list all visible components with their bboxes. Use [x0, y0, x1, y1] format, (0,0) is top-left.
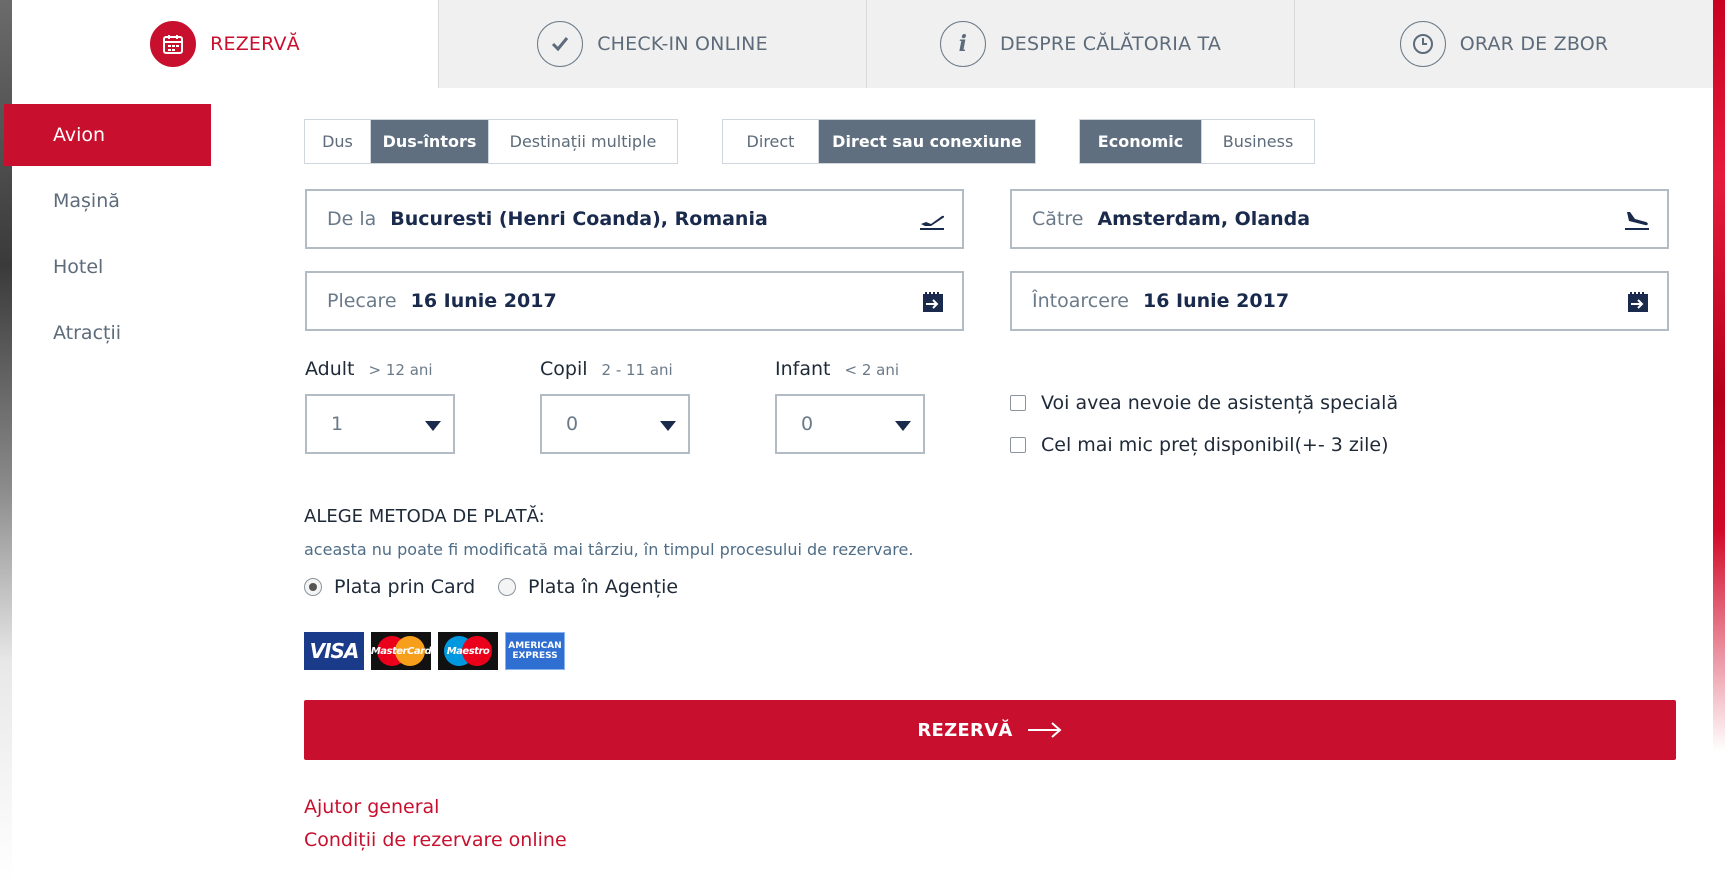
from-label: De la	[327, 208, 377, 230]
sidebar-item-avion[interactable]: Avion	[4, 104, 211, 166]
tab-label: CHECK-IN ONLINE	[597, 33, 768, 55]
chevron-down-icon	[425, 421, 441, 431]
american-express-logo: AMERICAN EXPRESS	[505, 632, 565, 670]
booking-conditions-link[interactable]: Condiții de rezervare online	[304, 829, 567, 851]
infant-label: Infant < 2 ani	[775, 358, 899, 380]
radio-selected[interactable]	[304, 578, 322, 596]
return-date-field[interactable]: Întoarcere 16 Iunie 2017	[1010, 271, 1669, 331]
to-field[interactable]: Către Amsterdam, Olanda	[1010, 189, 1669, 249]
payment-title: ALEGE METODA DE PLATĂ:	[304, 506, 545, 527]
child-label: Copil 2 - 11 ani	[540, 358, 673, 380]
plane-takeoff-icon	[920, 215, 945, 230]
tab-rezerva[interactable]: REZERVĂ	[12, 0, 438, 88]
from-field[interactable]: De la Bucuresti (Henri Coanda), Romania	[305, 189, 964, 249]
trip-type-dus[interactable]: Dus	[305, 120, 371, 163]
departure-label: Plecare	[327, 290, 397, 312]
tab-despre-calatoria-ta[interactable]: i DESPRE CĂLĂTORIA TA	[866, 0, 1294, 88]
visa-logo: VISA	[304, 632, 364, 670]
cabin-business[interactable]: Business	[1202, 120, 1314, 163]
radio-unselected[interactable]	[498, 578, 516, 596]
maestro-logo: Maestro	[438, 632, 498, 670]
departure-date-field[interactable]: Plecare 16 Iunie 2017	[305, 271, 964, 331]
checkmark-icon	[537, 21, 584, 67]
sidebar-item-atractii[interactable]: Atracții	[4, 302, 211, 364]
trip-type-destinatii-multiple[interactable]: Destinații multiple	[489, 120, 677, 163]
mastercard-logo: MasterCard	[371, 632, 431, 670]
adult-hint: > 12 ani	[368, 361, 433, 379]
adult-label: Adult > 12 ani	[305, 358, 433, 380]
sidebar: Avion Mașină Hotel Atracții	[4, 104, 211, 368]
sidebar-item-hotel[interactable]: Hotel	[4, 236, 211, 298]
connection-direct-sau-conexiune[interactable]: Direct sau conexiune	[819, 120, 1035, 163]
connection-selector: Direct Direct sau conexiune	[722, 119, 1036, 164]
calendar-icon	[150, 21, 197, 67]
tab-check-in-online[interactable]: CHECK-IN ONLINE	[438, 0, 866, 88]
infant-select[interactable]: 0	[775, 394, 925, 454]
cabin-economic[interactable]: Economic	[1080, 120, 1202, 163]
cabin-selector: Economic Business	[1079, 119, 1315, 164]
arrow-right-icon	[1027, 722, 1062, 738]
payment-card-radio[interactable]: Plata prin Card	[304, 576, 475, 598]
tab-orar-de-zbor[interactable]: ORAR DE ZBOR	[1294, 0, 1713, 88]
help-link[interactable]: Ajutor general	[304, 796, 439, 818]
return-value: 16 Iunie 2017	[1142, 290, 1290, 312]
chevron-down-icon	[895, 421, 911, 431]
child-select[interactable]: 0	[540, 394, 690, 454]
calendar-arrow-icon	[1628, 292, 1648, 312]
tab-label: DESPRE CĂLĂTORIA TA	[999, 33, 1222, 55]
to-label: Către	[1032, 208, 1084, 230]
plane-landing-icon	[1625, 212, 1649, 230]
payment-agency-radio[interactable]: Plata în Agenție	[498, 576, 678, 598]
from-value: Bucuresti (Henri Coanda), Romania	[390, 208, 768, 230]
accepted-cards: VISA MasterCard Maestro AMERICAN EXPRESS	[304, 632, 572, 670]
lowest-price-checkbox[interactable]: Cel mai mic preț disponibil(+- 3 zile)	[1010, 434, 1389, 456]
rezerva-submit-button[interactable]: REZERVĂ	[304, 700, 1676, 760]
tab-label: REZERVĂ	[210, 33, 300, 55]
booking-panel: REZERVĂ CHECK-IN ONLINE i DESPRE CĂLĂTOR…	[4, 0, 1713, 884]
background-photo-right	[1713, 0, 1725, 884]
child-hint: 2 - 11 ani	[601, 361, 673, 379]
trip-type-selector: Dus Dus-întors Destinații multiple	[304, 119, 678, 164]
tab-label: ORAR DE ZBOR	[1459, 33, 1609, 55]
chevron-down-icon	[660, 421, 676, 431]
connection-direct[interactable]: Direct	[723, 120, 819, 163]
special-assistance-checkbox[interactable]: Voi avea nevoie de asistență specială	[1010, 392, 1398, 414]
checkbox-box[interactable]	[1010, 437, 1026, 453]
main-tabs: REZERVĂ CHECK-IN ONLINE i DESPRE CĂLĂTOR…	[12, 0, 1713, 88]
info-icon: i	[939, 21, 986, 67]
clock-icon	[1399, 21, 1446, 67]
departure-value: 16 Iunie 2017	[410, 290, 557, 312]
infant-hint: < 2 ani	[844, 361, 899, 379]
trip-type-dus-intors[interactable]: Dus-întors	[371, 120, 489, 163]
checkbox-box[interactable]	[1010, 395, 1026, 411]
return-label: Întoarcere	[1032, 290, 1129, 312]
payment-subtitle: aceasta nu poate fi modificată mai târzi…	[304, 540, 914, 559]
sidebar-item-masina[interactable]: Mașină	[4, 170, 211, 232]
to-value: Amsterdam, Olanda	[1097, 208, 1311, 230]
calendar-arrow-icon	[923, 292, 943, 312]
adult-select[interactable]: 1	[305, 394, 455, 454]
